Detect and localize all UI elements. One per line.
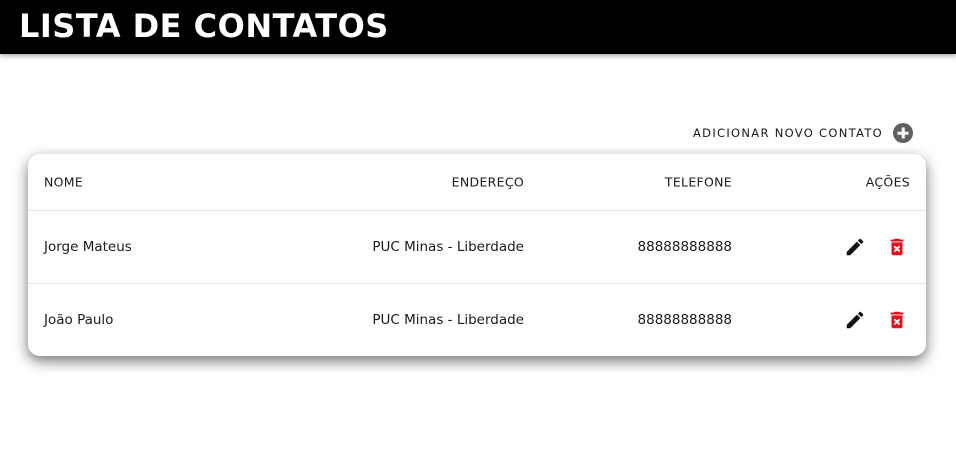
row-actions — [844, 236, 908, 258]
trash-icon[interactable] — [886, 236, 908, 258]
add-contact-button[interactable]: ADICIONAR NOVO CONTATO — [693, 123, 913, 143]
top-bar: LISTA DE CONTATOS — [0, 0, 956, 54]
column-header-nome: NOME — [44, 174, 84, 190]
row-actions — [844, 309, 908, 331]
add-contact-label: ADICIONAR NOVO CONTATO — [693, 126, 883, 140]
column-header-endereco: ENDEREÇO — [451, 174, 524, 190]
pencil-icon[interactable] — [844, 309, 866, 331]
trash-icon[interactable] — [886, 309, 908, 331]
contacts-table: NOME ENDEREÇO TELEFONE AÇÕES Jorge Mateu… — [28, 154, 926, 356]
page-title: LISTA DE CONTATOS — [19, 7, 389, 45]
table-row: Jorge Mateus PUC Minas - Liberdade 88888… — [28, 211, 926, 284]
column-header-acoes: AÇÕES — [865, 174, 910, 190]
plus-circle-icon[interactable] — [893, 123, 913, 143]
contact-name: Jorge Mateus — [44, 239, 132, 255]
pencil-icon[interactable] — [844, 236, 866, 258]
column-header-telefone: TELEFONE — [664, 174, 732, 190]
table-header: NOME ENDEREÇO TELEFONE AÇÕES — [28, 154, 926, 211]
table-row: João Paulo PUC Minas - Liberdade 8888888… — [28, 284, 926, 356]
contact-phone: 88888888888 — [637, 312, 732, 328]
contact-phone: 88888888888 — [637, 239, 732, 255]
contact-address: PUC Minas - Liberdade — [372, 312, 524, 328]
contact-address: PUC Minas - Liberdade — [372, 239, 524, 255]
contact-name: João Paulo — [44, 312, 114, 328]
